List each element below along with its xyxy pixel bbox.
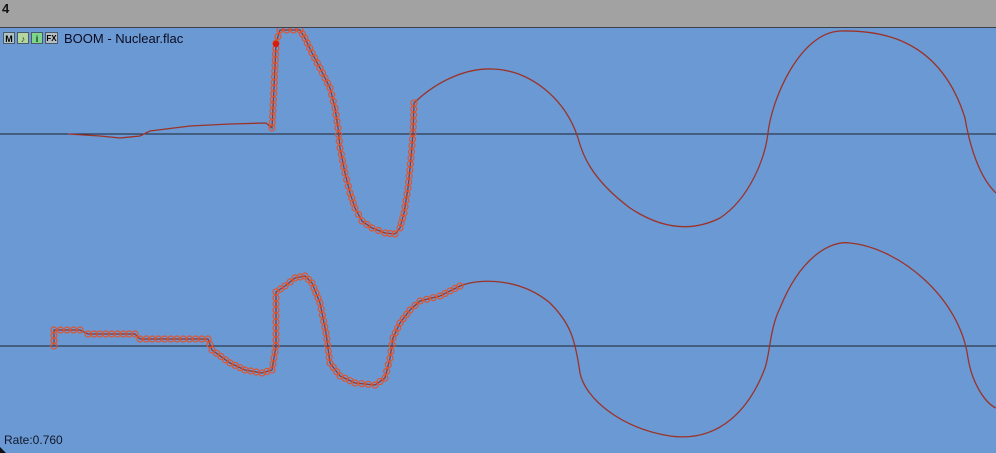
take-name[interactable]: BOOM - Nuclear.flac bbox=[64, 31, 183, 46]
channel-2-waveform bbox=[53, 242, 996, 438]
info-icon[interactable]: i bbox=[31, 32, 43, 44]
selected-sample-point[interactable] bbox=[272, 40, 280, 48]
resize-corner-icon[interactable] bbox=[0, 447, 6, 453]
fx-icon[interactable]: FX bbox=[45, 32, 58, 44]
track-header-bar: 4 bbox=[0, 0, 996, 28]
channel-1-waveform bbox=[67, 29, 996, 235]
rate-label: Rate:0.760 bbox=[4, 433, 63, 447]
media-item[interactable]: M ♪ i FX BOOM - Nuclear.flac Rate:0.760 bbox=[0, 28, 996, 453]
mute-button[interactable]: M bbox=[3, 32, 15, 44]
notes-icon[interactable]: ♪ bbox=[17, 32, 29, 44]
take-header: M ♪ i FX BOOM - Nuclear.flac bbox=[3, 31, 183, 46]
waveform-display[interactable] bbox=[0, 28, 996, 453]
track-number: 4 bbox=[2, 1, 10, 16]
